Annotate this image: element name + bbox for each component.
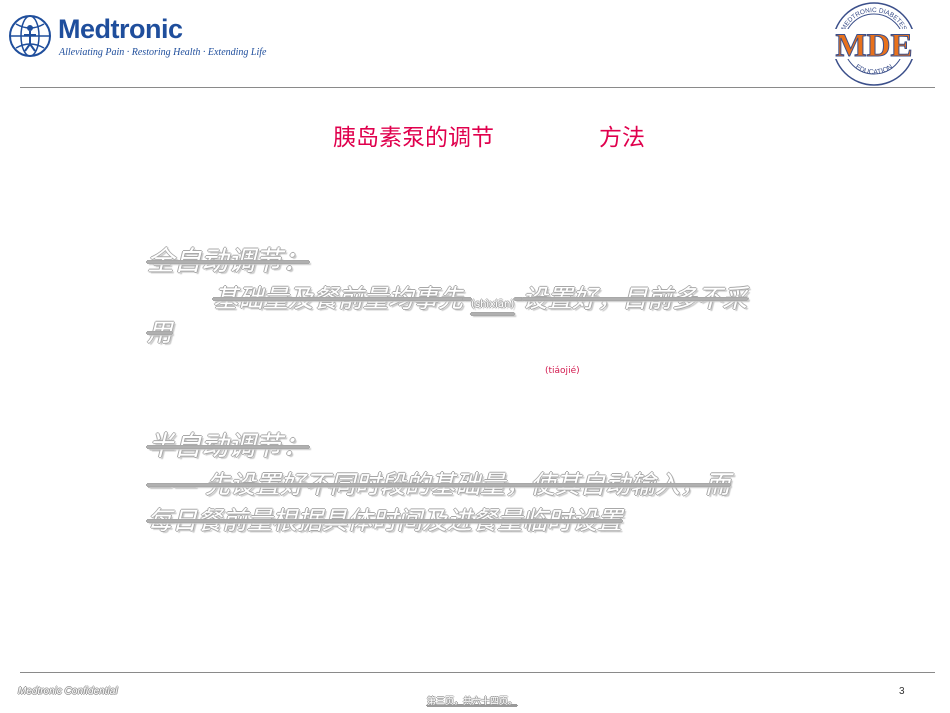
- medtronic-logo: Medtronic Alleviating Pain · Restoring H…: [8, 12, 266, 62]
- slide-title-method: 方法: [599, 125, 645, 151]
- semi-auto-line2: 每日餐前量根据具体时间及进餐量临时设置: [147, 506, 623, 535]
- header-divider: [20, 87, 935, 88]
- confidential-label: Medtronic Confidential: [18, 686, 118, 697]
- medtronic-globe-icon: [9, 15, 51, 57]
- footer-divider: [20, 672, 935, 673]
- full-auto-line2: 用: [147, 318, 173, 347]
- full-auto-line1: 基础量及餐前量均事先 (shìxiān) 设置好，目前多不采: [213, 279, 747, 315]
- logo-wordmark: Medtronic: [58, 14, 183, 44]
- footer-page-count: 第三页，共六十四页。: [427, 697, 518, 707]
- logo-tagline: Alleviating Pain · Restoring Health · Ex…: [59, 47, 267, 58]
- semi-auto-line1: —— 先设置好不同时段的基础量，使其自动输入，而: [147, 470, 730, 499]
- full-auto-heading: 全自动调节：: [147, 246, 309, 277]
- pinyin-annotation: (tiáojié): [545, 366, 580, 376]
- full-auto-inline-pinyin: (shìxiān): [470, 299, 515, 310]
- page-number: 3: [899, 686, 905, 697]
- semi-auto-heading: 半自动调节：: [147, 431, 309, 462]
- mde-education-badge: MEDTRONIC DIABETES EDUCATION MDE: [832, 2, 916, 86]
- slide: Medtronic Alleviating Pain · Restoring H…: [0, 0, 950, 713]
- full-auto-line1-post: 设置好，目前多不采: [522, 284, 748, 313]
- full-auto-line1-pre: 基础量及餐前量均事先: [213, 284, 464, 313]
- slide-title-main: 胰岛素泵的调节: [333, 125, 494, 151]
- badge-main-text: MDE: [836, 28, 913, 64]
